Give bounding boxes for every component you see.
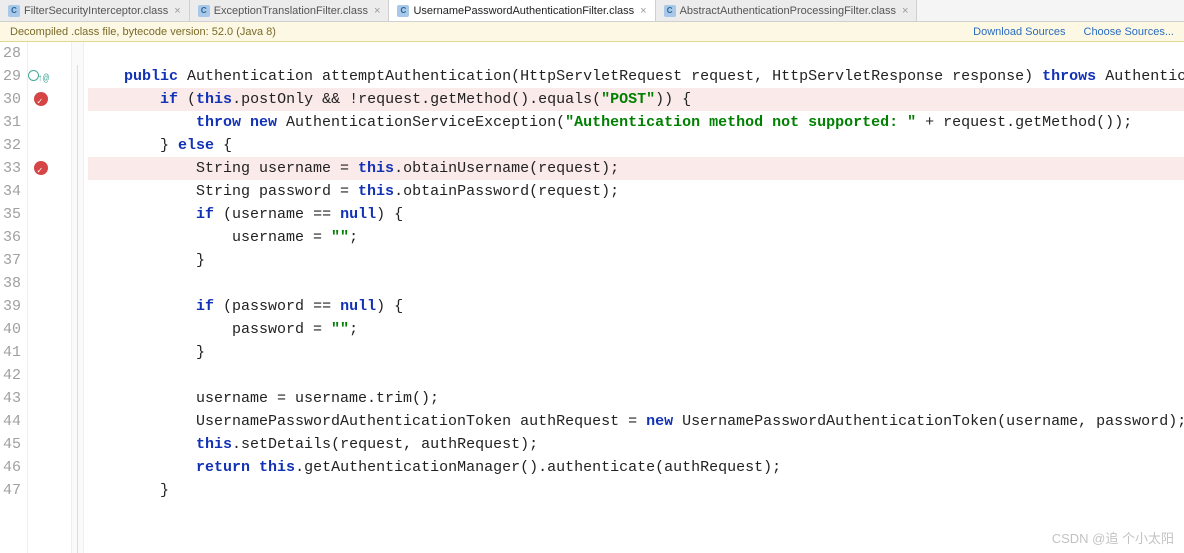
tab-label: UsernamePasswordAuthenticationFilter.cla… bbox=[413, 5, 634, 17]
tab-label: FilterSecurityInterceptor.class bbox=[24, 5, 168, 17]
class-file-icon: C bbox=[664, 5, 676, 17]
code-line[interactable]: return this.getAuthenticationManager().a… bbox=[88, 456, 1184, 479]
tab-exceptiontranslationfilter-class[interactable]: C ExceptionTranslationFilter.class × bbox=[190, 0, 390, 21]
code-area[interactable]: public Authentication attemptAuthenticat… bbox=[84, 42, 1184, 553]
code-line[interactable]: if (password == null) { bbox=[88, 295, 1184, 318]
line-number-gutter: 2829303132333435363738394041424344454647 bbox=[0, 42, 28, 553]
code-line[interactable] bbox=[88, 364, 1184, 387]
tab-label: AbstractAuthenticationProcessingFilter.c… bbox=[680, 5, 896, 17]
breakpoint-gutter[interactable]: ↑@ bbox=[28, 42, 72, 553]
code-line[interactable]: if (username == null) { bbox=[88, 203, 1184, 226]
breakpoint-icon[interactable] bbox=[34, 92, 48, 106]
close-icon[interactable]: × bbox=[374, 5, 380, 17]
code-line[interactable]: username = ""; bbox=[88, 226, 1184, 249]
code-line[interactable]: String password = this.obtainPassword(re… bbox=[88, 180, 1184, 203]
infobar-links: Download Sources Choose Sources... bbox=[973, 26, 1174, 38]
code-line[interactable]: } else { bbox=[88, 134, 1184, 157]
code-line[interactable]: if (this.postOnly && !request.getMethod(… bbox=[88, 88, 1184, 111]
fold-gutter[interactable] bbox=[72, 42, 84, 553]
tab-usernamepasswordauthenticationfilter-class[interactable]: C UsernamePasswordAuthenticationFilter.cl… bbox=[389, 0, 655, 21]
code-line[interactable]: String username = this.obtainUsername(re… bbox=[88, 157, 1184, 180]
class-file-icon: C bbox=[198, 5, 210, 17]
close-icon[interactable]: × bbox=[174, 5, 180, 17]
decompile-infobar: Decompiled .class file, bytecode version… bbox=[0, 22, 1184, 42]
code-line[interactable]: public Authentication attemptAuthenticat… bbox=[88, 65, 1184, 88]
code-line[interactable]: } bbox=[88, 249, 1184, 272]
watermark: CSDN @追 个小太阳 bbox=[1052, 528, 1174, 547]
tab-label: ExceptionTranslationFilter.class bbox=[214, 5, 368, 17]
code-line[interactable] bbox=[88, 272, 1184, 295]
code-editor[interactable]: 2829303132333435363738394041424344454647… bbox=[0, 42, 1184, 553]
code-line[interactable]: } bbox=[88, 341, 1184, 364]
tab-filtersecurityinterceptor-class[interactable]: C FilterSecurityInterceptor.class × bbox=[0, 0, 190, 21]
tab-abstractauthenticationprocessingfilter-class[interactable]: C AbstractAuthenticationProcessingFilter.… bbox=[656, 0, 918, 21]
code-line[interactable]: } bbox=[88, 479, 1184, 502]
code-line[interactable]: username = username.trim(); bbox=[88, 387, 1184, 410]
editor-tabs: C FilterSecurityInterceptor.class × C Except… bbox=[0, 0, 1184, 22]
close-icon[interactable]: × bbox=[640, 5, 646, 17]
code-line[interactable]: this.setDetails(request, authRequest); bbox=[88, 433, 1184, 456]
breakpoint-icon[interactable] bbox=[34, 161, 48, 175]
code-line[interactable]: password = ""; bbox=[88, 318, 1184, 341]
choose-sources-link[interactable]: Choose Sources... bbox=[1084, 26, 1175, 38]
code-line[interactable]: UsernamePasswordAuthenticationToken auth… bbox=[88, 410, 1184, 433]
infobar-text: Decompiled .class file, bytecode version… bbox=[10, 26, 276, 38]
class-file-icon: C bbox=[8, 5, 20, 17]
close-icon[interactable]: × bbox=[902, 5, 908, 17]
code-line[interactable]: throw new AuthenticationServiceException… bbox=[88, 111, 1184, 134]
download-sources-link[interactable]: Download Sources bbox=[973, 26, 1065, 38]
code-line[interactable] bbox=[88, 42, 1184, 65]
class-file-icon: C bbox=[397, 5, 409, 17]
